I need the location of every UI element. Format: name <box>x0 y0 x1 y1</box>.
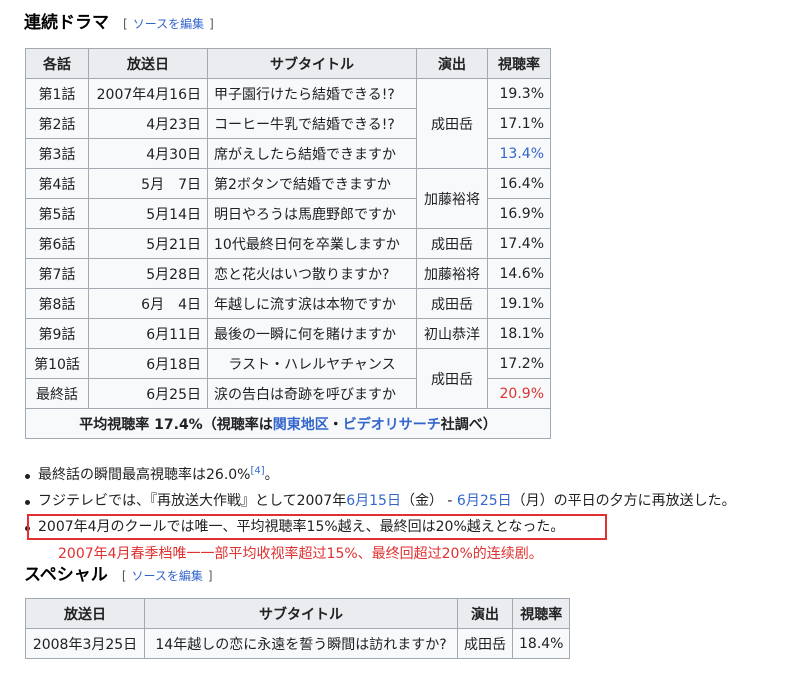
table-row: 第4話 5月 7日 第2ボタンで結婚できますか 加藤裕将 16.4% <box>25 168 551 229</box>
date-cell: 6月18日 <box>88 348 208 379</box>
rating-cell: 17.4% <box>487 228 551 259</box>
edit-source-link[interactable]: ソースを編集 <box>132 569 203 583</box>
rating-cell: 17.1% <box>487 108 551 139</box>
rating-cell-highest: 20.9% <box>487 378 551 409</box>
section-heading-special: スペシャル [ソースを編集] <box>24 560 213 585</box>
date-link-june-25[interactable]: 6月25日 <box>457 493 512 509</box>
director-cell: 成田岳 <box>457 628 513 659</box>
subtitle-cell: 涙の告白は奇跡を呼びますか <box>207 378 417 409</box>
edit-source-link-group: [ソースを編集] <box>123 17 214 31</box>
episode-cell: 第1話 <box>25 78 89 109</box>
director-cell: 初山恭洋 <box>416 318 488 349</box>
date-cell: 6月 4日 <box>88 288 208 319</box>
date-cell: 4月23日 <box>88 108 208 139</box>
table-header-row: 各話 放送日 サブタイトル 演出 視聴率 <box>25 48 551 79</box>
average-rating-summary: 平均視聴率 17.4%（視聴率は関東地区・ビデオリサーチ社調べ） <box>25 408 551 439</box>
column-header-rating: 視聴率 <box>487 48 551 79</box>
date-link-june-15[interactable]: 6月15日 <box>346 493 401 509</box>
special-table: 放送日 サブタイトル 演出 視聴率 2008年3月25日 14年越しの恋に永遠を… <box>25 598 571 659</box>
rating-cell: 19.1% <box>487 288 551 319</box>
table-row: 第10話 6月18日 ラスト・ハレルヤチャンス 成田岳 17.2% <box>25 348 551 409</box>
date-cell: 2007年4月16日 <box>88 78 208 109</box>
rating-cell: 17.2% <box>487 348 551 379</box>
table-row: 第8話 6月 4日 年越しに流す涙は本物ですか 成田岳 19.1% <box>25 288 551 319</box>
column-header-episode: 各話 <box>25 48 89 79</box>
director-cell: 成田岳 <box>416 348 488 409</box>
date-cell: 6月11日 <box>88 318 208 349</box>
table-row: 第9話 6月11日 最後の一瞬に何を賭けますか 初山恭洋 18.1% <box>25 318 551 349</box>
date-cell: 6月25日 <box>88 378 208 409</box>
director-cell: 成田岳 <box>416 78 488 169</box>
rating-cell: 19.3% <box>487 78 551 109</box>
table-row: 第1話 2007年4月16日 甲子園行けたら結婚できる!? 成田岳 19.3% <box>25 78 551 169</box>
rating-cell-lowest: 13.4% <box>487 138 551 169</box>
subtitle-cell: 席がえしたら結婚できますか <box>207 138 417 169</box>
highlight-box <box>27 514 607 540</box>
episode-cell: 第3話 <box>25 138 89 169</box>
table-row: 第6話 5月21日 10代最終日何を卒業しますか 成田岳 17.4% <box>25 228 551 259</box>
subtitle-cell: 明日やろうは馬鹿野郎ですか <box>207 198 417 229</box>
date-cell: 4月30日 <box>88 138 208 169</box>
episode-cell: 第7話 <box>25 258 89 289</box>
list-item: 最終話の瞬間最高視聴率は26.0%[4]。 <box>25 462 808 488</box>
episode-cell: 第9話 <box>25 318 89 349</box>
kanto-region-link[interactable]: 関東地区 <box>273 417 329 433</box>
reference-link[interactable]: [4] <box>250 465 264 476</box>
rating-cell: 14.6% <box>487 258 551 289</box>
section-title: スペシャル <box>24 565 108 585</box>
subtitle-cell: コーヒー牛乳で結婚できる!? <box>207 108 417 139</box>
column-header-date: 放送日 <box>25 598 145 629</box>
column-header-subtitle: サブタイトル <box>207 48 417 79</box>
subtitle-cell: 10代最終日何を卒業しますか <box>207 228 417 259</box>
edit-source-link-group: [ソースを編集] <box>121 569 213 583</box>
edit-source-link[interactable]: ソースを編集 <box>133 17 204 31</box>
episode-cell: 第5話 <box>25 198 89 229</box>
section-heading-drama: 連続ドラマ [ソースを編集] <box>24 8 214 33</box>
table-header-row: 放送日 サブタイトル 演出 視聴率 <box>25 598 571 629</box>
column-header-rating: 視聴率 <box>511 598 571 629</box>
list-item: フジテレビでは、『再放送大作戦』として2007年6月15日（金） - 6月25日… <box>25 488 808 514</box>
date-cell: 5月 7日 <box>88 168 208 199</box>
column-header-date: 放送日 <box>88 48 208 79</box>
section-title: 連続ドラマ <box>24 13 109 33</box>
column-header-director: 演出 <box>416 48 488 79</box>
column-header-subtitle: サブタイトル <box>144 598 458 629</box>
table-row: 第7話 5月28日 恋と花火はいつ散りますか? 加藤裕将 14.6% <box>25 258 551 289</box>
subtitle-cell: 最後の一瞬に何を賭けますか <box>207 318 417 349</box>
episode-cell: 第6話 <box>25 228 89 259</box>
column-header-director: 演出 <box>457 598 513 629</box>
director-cell: 加藤裕将 <box>416 168 488 229</box>
episode-cell: 最終話 <box>25 378 89 409</box>
episode-cell: 第4話 <box>25 168 89 199</box>
episode-cell: 第10話 <box>25 348 89 379</box>
date-cell: 5月21日 <box>88 228 208 259</box>
subtitle-cell: 14年越しの恋に永遠を誓う瞬間は訪れますか? <box>144 628 458 659</box>
rating-cell: 16.4% <box>487 168 551 199</box>
date-cell: 2008年3月25日 <box>25 628 145 659</box>
director-cell: 成田岳 <box>416 288 488 319</box>
subtitle-cell: 第2ボタンで結婚できますか <box>207 168 417 199</box>
subtitle-cell: ラスト・ハレルヤチャンス <box>207 348 417 379</box>
episode-cell: 第8話 <box>25 288 89 319</box>
subtitle-cell: 甲子園行けたら結婚できる!? <box>207 78 417 109</box>
video-research-link[interactable]: ビデオリサーチ <box>343 417 441 433</box>
table-row: 2008年3月25日 14年越しの恋に永遠を誓う瞬間は訪れますか? 成田岳 18… <box>25 628 571 659</box>
episode-cell: 第2話 <box>25 108 89 139</box>
rating-cell: 16.9% <box>487 198 551 229</box>
director-cell: 加藤裕将 <box>416 258 488 289</box>
subtitle-cell: 年越しに流す涙は本物ですか <box>207 288 417 319</box>
director-cell: 成田岳 <box>416 228 488 259</box>
rating-cell: 18.1% <box>487 318 551 349</box>
date-cell: 5月14日 <box>88 198 208 229</box>
subtitle-cell: 恋と花火はいつ散りますか? <box>207 258 417 289</box>
date-cell: 5月28日 <box>88 258 208 289</box>
drama-episodes-table: 各話 放送日 サブタイトル 演出 視聴率 第1話 2007年4月16日 甲子園行… <box>25 48 551 439</box>
summary-row: 平均視聴率 17.4%（視聴率は関東地区・ビデオリサーチ社調べ） <box>25 408 551 439</box>
rating-cell: 18.4% <box>511 628 571 659</box>
